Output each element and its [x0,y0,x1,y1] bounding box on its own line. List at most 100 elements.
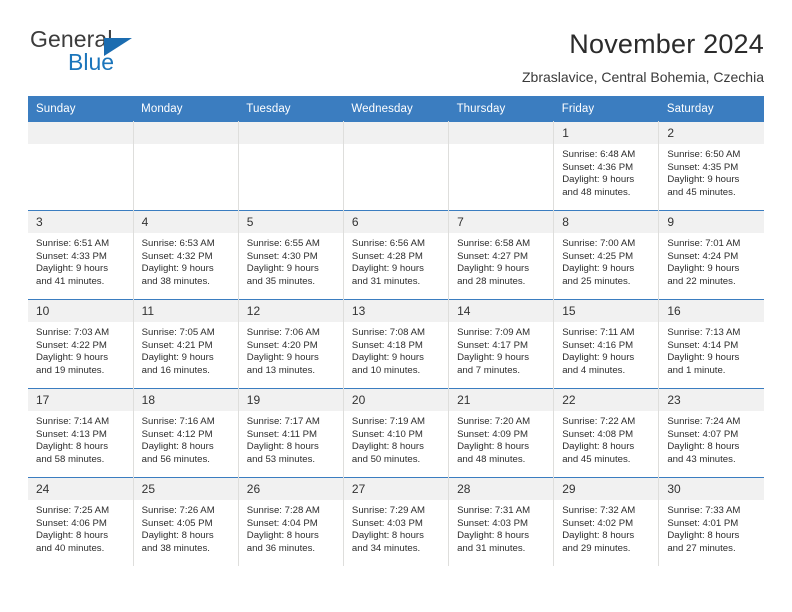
calendar-day-cell[interactable]: 5 Sunrise: 6:55 AM Sunset: 4:30 PM Daylight… [238,210,344,300]
sunset-time: Sunset: 4:27 PM [457,250,528,262]
day-sun-info [134,144,238,149]
daylight-minutes: and 48 minutes. [457,453,526,465]
calendar-day-cell[interactable]: 11 Sunrise: 7:05 AM Sunset: 4:21 PM Dayligh… [133,299,239,389]
calendar-day-cell[interactable]: 6 Sunrise: 6:56 AM Sunset: 4:28 PM Daylight… [343,210,450,300]
calendar-day-cell[interactable]: 20 Sunrise: 7:19 AM Sunset: 4:10 PM Dayligh… [343,388,450,478]
day-number: 26 [238,478,343,500]
daylight-hours: Daylight: 8 hours [457,441,530,453]
calendar-day-cell[interactable]: 24 Sunrise: 7:25 AM Sunset: 4:06 PM Dayligh… [28,477,134,566]
daylight-hours: Daylight: 9 hours [36,352,108,364]
sunset-time: Sunset: 4:03 PM [457,517,528,529]
daylight-hours: Daylight: 9 hours [562,352,635,364]
calendar-day-cell[interactable]: 13 Sunrise: 7:08 AM Sunset: 4:18 PM Dayligh… [343,299,450,389]
daylight-minutes: and 10 minutes. [351,364,421,376]
day-sun-info: Sunrise: 7:32 AM Sunset: 4:02 PM Daylight:… [554,500,658,555]
calendar-day-cell[interactable]: 26 Sunrise: 7:28 AM Sunset: 4:04 PM Dayligh… [238,477,344,566]
calendar-day-cell[interactable]: 27 Sunrise: 7:29 AM Sunset: 4:03 PM Dayligh… [343,477,450,566]
sunset-time: Sunset: 4:18 PM [351,339,423,351]
calendar-day-cell[interactable]: 23 Sunrise: 7:24 AM Sunset: 4:07 PM Dayligh… [658,388,764,478]
day-number: 21 [449,389,554,411]
day-number: 10 [28,300,133,322]
daylight-minutes: and 31 minutes. [457,542,526,554]
day-number: 16 [659,300,764,322]
sunrise-time: Sunrise: 7:09 AM [457,327,531,338]
calendar-day-cell[interactable]: 25 Sunrise: 7:26 AM Sunset: 4:05 PM Dayligh… [133,477,239,566]
daylight-minutes: and 38 minutes. [141,275,210,287]
calendar-day-cell[interactable]: 28 Sunrise: 7:31 AM Sunset: 4:03 PM Dayligh… [448,477,555,566]
sunset-time: Sunset: 4:03 PM [351,517,423,529]
daylight-minutes: and 4 minutes. [562,364,626,376]
weekday-header-sunday: Sunday [28,96,134,122]
day-sun-info: Sunrise: 7:24 AM Sunset: 4:07 PM Daylight:… [659,411,764,466]
calendar-day-cell[interactable]: 19 Sunrise: 7:17 AM Sunset: 4:11 PM Dayligh… [238,388,344,478]
calendar-day-cell[interactable]: 3 Sunrise: 6:51 AM Sunset: 4:33 PM Daylight… [28,210,134,300]
sunrise-time: Sunrise: 7:16 AM [141,416,215,427]
calendar-day-cell[interactable]: 8 Sunrise: 7:00 AM Sunset: 4:25 PM Daylight… [553,210,660,300]
calendar-day-cell[interactable]: 18 Sunrise: 7:16 AM Sunset: 4:12 PM Dayligh… [133,388,239,478]
day-number [133,122,238,144]
calendar-empty-cell [343,121,450,211]
day-number: 29 [554,478,659,500]
calendar-day-cell[interactable]: 9 Sunrise: 7:01 AM Sunset: 4:24 PM Daylight… [658,210,764,300]
sunrise-time: Sunrise: 7:03 AM [36,327,110,338]
day-number: 19 [238,389,343,411]
daylight-minutes: and 36 minutes. [246,542,316,554]
calendar-day-cell[interactable]: 22 Sunrise: 7:22 AM Sunset: 4:08 PM Dayligh… [553,388,660,478]
calendar-day-cell[interactable]: 12 Sunrise: 7:06 AM Sunset: 4:20 PM Dayligh… [238,299,344,389]
daylight-hours: Daylight: 9 hours [36,263,108,275]
calendar-day-cell[interactable]: 4 Sunrise: 6:53 AM Sunset: 4:32 PM Daylight… [133,210,239,300]
daylight-hours: Daylight: 9 hours [141,352,214,364]
day-number: 23 [659,389,764,411]
daylight-minutes: and 7 minutes. [457,364,520,376]
day-number: 13 [343,300,449,322]
calendar-day-cell[interactable]: 14 Sunrise: 7:09 AM Sunset: 4:17 PM Dayligh… [448,299,555,389]
calendar-day-cell[interactable]: 10 Sunrise: 7:03 AM Sunset: 4:22 PM Dayligh… [28,299,134,389]
day-number: 15 [554,300,659,322]
weekday-header-saturday: Saturday [658,96,764,122]
calendar-day-cell[interactable]: 1 Sunrise: 6:48 AM Sunset: 4:36 PM Daylight… [553,121,660,211]
day-number: 18 [133,389,238,411]
daylight-hours: Daylight: 9 hours [562,174,635,186]
daylight-minutes: and 41 minutes. [36,275,105,287]
daylight-hours: Daylight: 8 hours [36,441,108,453]
sunset-time: Sunset: 4:22 PM [36,339,107,351]
sunset-time: Sunset: 4:35 PM [667,161,739,173]
calendar-day-cell[interactable]: 30 Sunrise: 7:33 AM Sunset: 4:01 PM Dayligh… [658,477,764,566]
sunrise-time: Sunrise: 6:48 AM [562,149,636,160]
daylight-minutes: and 58 minutes. [36,453,105,465]
sunset-time: Sunset: 4:30 PM [246,250,318,262]
sunrise-time: Sunrise: 6:53 AM [141,238,215,249]
brand-logo[interactable]: General Blue [28,26,210,82]
sunrise-time: Sunrise: 6:55 AM [246,238,320,249]
sunset-time: Sunset: 4:36 PM [562,161,634,173]
day-sun-info: Sunrise: 7:01 AM Sunset: 4:24 PM Daylight:… [659,233,764,288]
daylight-minutes: and 50 minutes. [351,453,421,465]
day-number: 28 [449,478,554,500]
day-sun-info: Sunrise: 7:26 AM Sunset: 4:05 PM Daylight:… [134,500,238,555]
weekday-header-monday: Monday [133,96,239,122]
sunset-time: Sunset: 4:05 PM [141,517,213,529]
day-sun-info: Sunrise: 6:48 AM Sunset: 4:36 PM Daylight:… [554,144,658,199]
daylight-minutes: and 56 minutes. [141,453,210,465]
calendar-day-cell[interactable]: 17 Sunrise: 7:14 AM Sunset: 4:13 PM Dayligh… [28,388,134,478]
calendar-day-cell[interactable]: 7 Sunrise: 6:58 AM Sunset: 4:27 PM Daylight… [448,210,555,300]
day-number: 8 [554,211,659,233]
daylight-hours: Daylight: 9 hours [246,263,319,275]
calendar-day-cell[interactable]: 29 Sunrise: 7:32 AM Sunset: 4:02 PM Dayligh… [553,477,660,566]
sunset-time: Sunset: 4:06 PM [36,517,107,529]
day-sun-info: Sunrise: 7:22 AM Sunset: 4:08 PM Daylight:… [554,411,658,466]
calendar-day-cell[interactable]: 16 Sunrise: 7:13 AM Sunset: 4:14 PM Dayligh… [658,299,764,389]
calendar-day-cell[interactable]: 2 Sunrise: 6:50 AM Sunset: 4:35 PM Daylight… [658,121,764,211]
day-number: 4 [133,211,238,233]
calendar-day-cell[interactable]: 15 Sunrise: 7:11 AM Sunset: 4:16 PM Dayligh… [553,299,660,389]
calendar-day-cell[interactable]: 21 Sunrise: 7:20 AM Sunset: 4:09 PM Dayligh… [448,388,555,478]
day-sun-info: Sunrise: 7:19 AM Sunset: 4:10 PM Daylight:… [344,411,448,466]
day-sun-info: Sunrise: 6:55 AM Sunset: 4:30 PM Daylight:… [239,233,343,288]
daylight-minutes: and 31 minutes. [351,275,421,287]
day-number: 6 [343,211,449,233]
sunrise-time: Sunrise: 6:56 AM [351,238,425,249]
sunset-time: Sunset: 4:24 PM [667,250,739,262]
sunrise-time: Sunrise: 7:26 AM [141,505,215,516]
sunrise-time: Sunrise: 6:51 AM [36,238,110,249]
daylight-minutes: and 38 minutes. [141,542,210,554]
